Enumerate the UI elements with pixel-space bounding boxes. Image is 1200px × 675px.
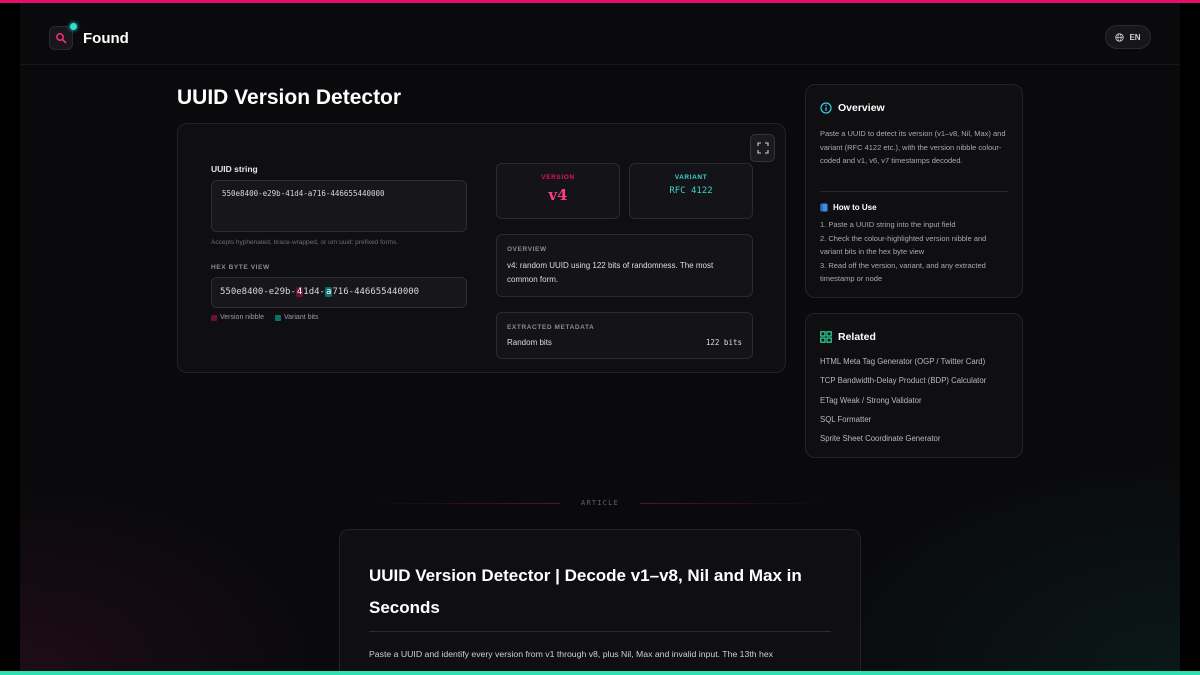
overview-text: v4: random UUID using 122 bits of random… <box>507 261 714 284</box>
logo-button[interactable] <box>49 23 77 50</box>
legend-variant: Variant bits <box>275 314 319 321</box>
uuid-input-label: UUID string <box>211 164 258 174</box>
grid-icon <box>820 331 832 343</box>
metadata-box: EXTRACTED METADATA Random bits 122 bits <box>496 312 753 359</box>
related-card: Related HTML Meta Tag Generator (OGP / T… <box>805 313 1023 458</box>
info-icon <box>820 102 832 114</box>
overview-box: OVERVIEW v4: random UUID using 122 bits … <box>496 234 753 297</box>
article-heading: UUID Version Detector | Decode v1–v8, Ni… <box>369 566 802 617</box>
related-title: Related <box>838 331 876 343</box>
overview-description: Paste a UUID to detect its version (v1–v… <box>820 129 1006 165</box>
globe-icon <box>1115 32 1125 42</box>
uuid-input-hint: Accepts hyphenated, brace-wrapped, or ur… <box>211 239 399 246</box>
version-value: v4 <box>548 186 568 204</box>
article-divider: ARTICLE <box>370 499 830 513</box>
tool-card: UUID string 550e8400-e29b-41d4-a716-4466… <box>177 123 786 373</box>
version-label: VERSION <box>541 174 575 181</box>
uuid-input[interactable]: 550e8400-e29b-41d4-a716-446655440000 <box>211 180 467 232</box>
search-icon <box>56 33 67 44</box>
related-link[interactable]: HTML Meta Tag Generator (OGP / Twitter C… <box>820 357 985 366</box>
variant-box: VARIANT RFC 4122 <box>629 163 753 219</box>
howto-heading: How to Use <box>820 203 877 212</box>
metadata-key: Random bits <box>507 338 552 347</box>
legend-version: Version nibble <box>211 314 264 321</box>
book-icon <box>820 203 828 212</box>
article-card: UUID Version Detector | Decode v1–v8, Ni… <box>339 529 861 675</box>
howto-step: 3. Read off the version, variant, and an… <box>820 260 986 284</box>
metadata-label: EXTRACTED METADATA <box>507 324 595 331</box>
language-button[interactable]: EN <box>1105 25 1151 49</box>
variant-swatch <box>275 314 281 321</box>
site-header: Found EN <box>20 3 1180 65</box>
legend-variant-label: Variant bits <box>284 314 319 321</box>
related-link[interactable]: SQL Formatter <box>820 415 871 424</box>
brand-name[interactable]: Found <box>83 30 129 47</box>
variant-value: RFC 4122 <box>669 186 713 196</box>
fullscreen-button[interactable] <box>750 134 775 162</box>
howto-step: 1. Paste a UUID string into the input fi… <box>820 220 956 229</box>
article-divider-label: ARTICLE <box>581 499 619 507</box>
related-link[interactable]: TCP Bandwidth-Delay Product (BDP) Calcul… <box>820 376 986 385</box>
expand-icon <box>756 142 769 154</box>
version-box: VERSION v4 <box>496 163 620 219</box>
related-link[interactable]: Sprite Sheet Coordinate Generator <box>820 434 941 443</box>
page-frame: Found EN UUID Version Detector UUID stri… <box>20 3 1180 675</box>
related-heading: Related <box>820 331 876 343</box>
version-swatch <box>211 314 217 321</box>
howto-steps: 1. Paste a UUID string into the input fi… <box>820 218 1008 286</box>
metadata-value: 122 bits <box>705 338 742 347</box>
legend-version-label: Version nibble <box>220 314 264 321</box>
overview-divider <box>820 191 1008 192</box>
related-link[interactable]: ETag Weak / Strong Validator <box>820 396 922 405</box>
overview-label: OVERVIEW <box>507 246 547 253</box>
howto-step: 2. Check the colour-highlighted version … <box>820 233 987 257</box>
overview-card: Overview Paste a UUID to detect its vers… <box>805 84 1023 298</box>
language-label: EN <box>1129 32 1141 42</box>
overview-title: Overview <box>838 102 885 114</box>
article-rule <box>369 631 831 632</box>
hex-segment: 716-446655440000 <box>332 287 420 297</box>
overview-heading: Overview <box>820 102 885 114</box>
hex-segment: 1d4- <box>303 287 325 297</box>
article-intro: Paste a UUID and identify every version … <box>369 649 774 659</box>
hex-segment: 550e8400-e29b- <box>220 287 296 297</box>
hex-view-label: HEX BYTE VIEW <box>211 264 270 271</box>
logo-status-dot <box>70 23 77 30</box>
page-title: UUID Version Detector <box>177 86 402 109</box>
howto-title: How to Use <box>833 203 877 212</box>
variant-label: VARIANT <box>674 174 708 181</box>
bottom-accent-bar <box>0 671 1200 675</box>
hex-byte-view: 550e8400-e29b-41d4-a716-446655440000 <box>211 277 467 308</box>
